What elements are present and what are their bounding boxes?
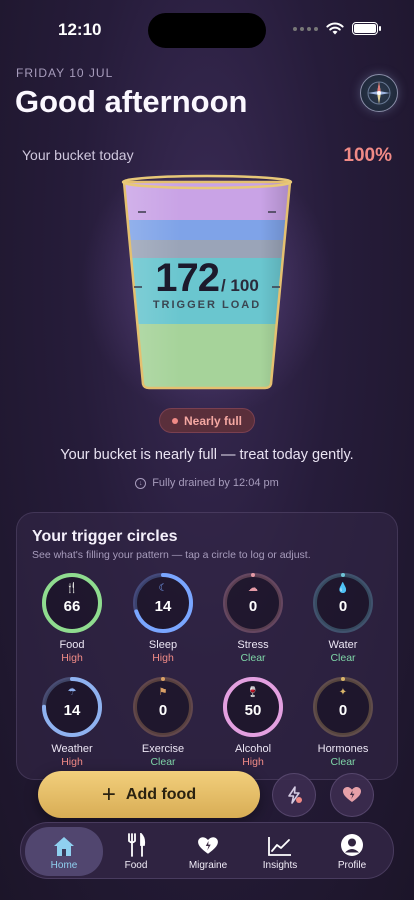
water-drop-icon: 💧	[336, 583, 350, 594]
heart-bolt-icon	[198, 837, 218, 854]
migraine-log-button[interactable]	[330, 773, 374, 817]
progress-ring: ☁ 0	[221, 571, 285, 635]
trigger-load-label: TRIGGER LOAD	[152, 299, 262, 311]
quick-log-button[interactable]	[272, 773, 316, 817]
circle-level: Clear	[330, 652, 356, 664]
moon-icon: ☾	[158, 583, 168, 594]
circle-name: Stress	[237, 639, 269, 651]
trigger-circle-stress[interactable]: ☁ 0 Stress Clear	[208, 571, 298, 664]
cellular-signal-icon	[293, 26, 318, 31]
circle-level: High	[152, 652, 174, 664]
progress-ring: 🍷 50	[221, 675, 285, 739]
circle-name: Food	[59, 639, 85, 651]
battery-icon	[352, 22, 381, 35]
tab-migraine[interactable]: Migraine	[169, 827, 247, 876]
brain-icon: ☁	[248, 583, 258, 594]
heart-bolt-icon	[343, 787, 361, 802]
trigger-circle-exercise[interactable]: ⚑ 0 Exercise Clear	[118, 675, 208, 768]
circle-name: Water	[328, 639, 358, 651]
tab-insights[interactable]: Insights	[241, 827, 319, 876]
date-label: FRIDAY 10 JUL	[16, 66, 114, 80]
bucket-percent: 100%	[343, 145, 392, 166]
circle-level: High	[242, 756, 264, 768]
trigger-circle-water[interactable]: 💧 0 Water Clear	[298, 571, 388, 664]
wine-glass-icon: 🍷	[246, 687, 260, 698]
circle-level: High	[61, 652, 83, 664]
tab-food[interactable]: Food	[97, 827, 175, 876]
cloud-rain-icon: ☂	[67, 687, 77, 698]
circle-value: 0	[338, 598, 348, 615]
trigger-load-max: / 100	[220, 276, 259, 295]
circle-name: Alcohol	[234, 743, 272, 755]
circle-name: Exercise	[141, 743, 185, 755]
tab-label: Home	[50, 860, 78, 871]
down-arrow-circle-icon: ↓	[135, 477, 147, 489]
status-time: 12:10	[58, 20, 102, 39]
progress-ring: ⚑ 0	[131, 675, 195, 739]
drain-info: ↓ Fully drained by 12:04 pm	[0, 477, 414, 489]
status-icons	[293, 22, 381, 35]
tab-bar: Home Food Migraine Insights Profile	[20, 822, 394, 879]
compass-button[interactable]	[360, 74, 398, 112]
circle-level: High	[61, 756, 83, 768]
trigger-circle-alcohol[interactable]: 🍷 50 Alcohol High	[208, 675, 298, 768]
circle-value: 14	[63, 702, 81, 719]
home-icon	[54, 837, 74, 856]
wifi-icon	[326, 22, 344, 35]
circle-value: 66	[63, 598, 81, 615]
tab-label: Profile	[337, 860, 367, 871]
card-subtitle: See what's filling your pattern — tap a …	[32, 549, 311, 561]
plus-icon: +	[101, 780, 116, 808]
circle-level: Clear	[150, 756, 176, 768]
circle-level: Clear	[330, 756, 356, 768]
bolt-slash-icon	[288, 786, 302, 804]
fork-knife-icon	[128, 833, 146, 857]
bucket-message: Your bucket is nearly full — treat today…	[60, 447, 354, 463]
circle-name: Weather	[51, 743, 93, 755]
greeting-title: Good afternoon	[15, 84, 248, 119]
tab-label: Insights	[262, 860, 298, 871]
circle-value: 50	[244, 702, 262, 719]
dynamic-island	[148, 13, 266, 48]
trigger-load-value: 172	[155, 256, 220, 300]
trigger-circle-weather[interactable]: ☂ 14 Weather High	[27, 675, 117, 768]
tab-home[interactable]: Home	[25, 827, 103, 876]
profile-icon	[341, 834, 363, 856]
circle-name: Hormones	[317, 743, 369, 755]
fork-knife-icon: 🍴	[65, 583, 79, 594]
status-bar: 12:10	[0, 0, 414, 50]
trigger-circle-food[interactable]: 🍴 66 Food High	[27, 571, 117, 664]
compass-icon	[367, 81, 391, 105]
progress-ring: 💧 0	[311, 571, 375, 635]
tab-label: Food	[124, 860, 148, 871]
progress-ring: ☂ 14	[40, 675, 104, 739]
trigger-circle-sleep[interactable]: ☾ 14 Sleep High	[118, 571, 208, 664]
progress-ring: ☾ 14	[131, 571, 195, 635]
sparkle-icon: ✦	[338, 687, 348, 698]
trigger-circle-hormones[interactable]: ✦ 0 Hormones Clear	[298, 675, 388, 768]
tab-label: Migraine	[188, 860, 228, 871]
trigger-load-readout: 172/ 100 TRIGGER LOAD	[118, 256, 296, 311]
runner-icon: ⚑	[158, 687, 168, 698]
bucket-label: Your bucket today	[22, 147, 134, 163]
circle-name: Sleep	[148, 639, 178, 651]
tab-profile[interactable]: Profile	[313, 827, 391, 876]
progress-ring: ✦ 0	[311, 675, 375, 739]
circle-value: 0	[158, 702, 168, 719]
bucket-status-badge: Nearly full	[159, 408, 255, 433]
circle-value: 0	[338, 702, 348, 719]
add-food-button[interactable]: + Add food	[38, 771, 260, 818]
add-food-label: Add food	[125, 785, 197, 803]
circle-value: 14	[154, 598, 172, 615]
status-dot-icon	[171, 417, 178, 424]
trigger-circles-card: Your trigger circles See what's filling …	[16, 512, 398, 780]
circle-level: Clear	[240, 652, 266, 664]
drain-text: Fully drained by 12:04 pm	[152, 477, 279, 489]
bucket-status-text: Nearly full	[183, 413, 243, 428]
chart-line-icon	[268, 837, 291, 856]
progress-ring: 🍴 66	[40, 571, 104, 635]
circle-value: 0	[248, 598, 258, 615]
card-title: Your trigger circles	[32, 528, 178, 545]
